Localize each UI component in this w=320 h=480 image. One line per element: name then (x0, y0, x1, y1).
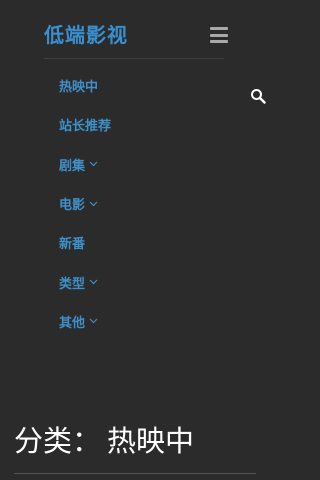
chevron-down-icon (89, 318, 98, 324)
category-prefix: 分类： (14, 424, 102, 458)
nav-menu: 热映中 站长推荐 剧集 电影 新番 类型 其他 (59, 66, 111, 341)
category-heading: 分类： 热映中 (14, 421, 194, 461)
hamburger-bar (210, 27, 228, 30)
hamburger-bar (210, 40, 228, 43)
nav-item-anime[interactable]: 新番 (59, 223, 111, 262)
nav-item-recommended[interactable]: 站长推荐 (59, 105, 111, 144)
nav-item-label: 其他 (59, 315, 86, 331)
nav-item-label: 电影 (59, 198, 86, 214)
hamburger-menu-icon[interactable] (210, 27, 228, 43)
chevron-down-icon (89, 201, 98, 206)
nav-item-now-showing[interactable]: 热映中 (59, 66, 111, 105)
nav-item-genres[interactable]: 类型 (59, 262, 111, 301)
nav-item-label: 新番 (59, 237, 86, 253)
search-icon[interactable] (250, 88, 266, 104)
site-logo[interactable]: 低端影视 (44, 21, 128, 49)
nav-item-label: 站长推荐 (59, 119, 112, 135)
page: 低端影视 热映中 站长推荐 剧集 电影 新番 类型 其他 分类： 热映中 (0, 0, 270, 480)
nav-item-label: 热映中 (59, 80, 99, 96)
content-divider (14, 473, 256, 474)
chevron-down-icon (89, 279, 98, 285)
search-icon-glyph (251, 89, 266, 104)
chevron-down-icon (89, 161, 98, 167)
header-divider (44, 58, 224, 59)
category-name: 热映中 (107, 424, 195, 458)
nav-item-label: 类型 (59, 276, 86, 292)
nav-item-movies[interactable]: 电影 (59, 184, 111, 223)
nav-item-series[interactable]: 剧集 (59, 145, 111, 184)
nav-item-other[interactable]: 其他 (59, 302, 111, 341)
nav-item-label: 剧集 (59, 158, 86, 174)
hamburger-bar (210, 33, 228, 37)
